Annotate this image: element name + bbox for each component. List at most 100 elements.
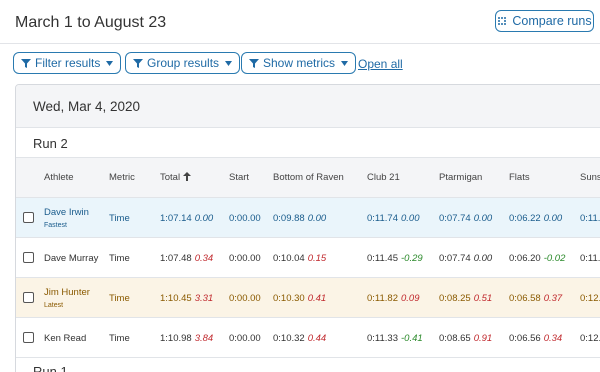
split-time: 0:08.25: [439, 293, 471, 304]
split-cell: 0:00.00: [229, 213, 261, 224]
split-time: 0:00.00: [229, 213, 261, 224]
split-cell: 0:08.65 0.91: [439, 333, 492, 344]
column-header-suns[interactable]: Suns: [580, 172, 600, 183]
group-results-button[interactable]: Group results: [125, 52, 241, 74]
split-time: 1:07.48: [160, 253, 192, 264]
athlete-name: Dave Irwin: [44, 207, 89, 218]
metric-cell: Time: [109, 333, 130, 344]
split-time: 0:09.88: [273, 213, 305, 224]
split-delta: 3.31: [194, 293, 214, 304]
split-cell: 0:11.: [580, 213, 600, 224]
filter-results-button[interactable]: Filter results: [13, 52, 122, 74]
page-title: March 1 to August 23: [15, 14, 167, 31]
filter-bar: Filter results Group results Show metric…: [0, 52, 600, 78]
split-cell: 0:07.74 0.00: [439, 213, 492, 224]
compare-runs-label: Compare runs: [512, 14, 592, 28]
split-time: 0:11.: [580, 253, 600, 264]
date-header[interactable]: Wed, Mar 4, 2020: [16, 85, 600, 128]
sort-up-icon: [183, 172, 192, 181]
split-time: 0:11.82: [367, 293, 398, 304]
date-label: Wed, Mar 4, 2020: [33, 99, 141, 114]
column-header-athlete[interactable]: Athlete: [44, 172, 74, 183]
split-cell: 0:06.22 0.00: [509, 213, 562, 224]
split-cell: 0:11.82 0.09: [367, 293, 420, 304]
row-checkbox[interactable]: [23, 252, 34, 263]
athlete-cell: Jim Hunter Latest: [44, 287, 90, 309]
split-delta: -0.02: [543, 253, 566, 264]
filter-icon: [249, 58, 259, 68]
split-delta: 0.00: [194, 213, 214, 224]
split-cell: 0:11.45 -0.29: [367, 253, 423, 264]
split-time: 0:11.33: [367, 333, 398, 344]
caret-down-icon: [341, 60, 349, 66]
split-cell: 0:00.00: [229, 333, 261, 344]
metric-cell: Time: [109, 213, 130, 224]
athlete-name: Jim Hunter: [44, 287, 90, 298]
top-bar: March 1 to August 23 Compare runs: [0, 0, 600, 44]
column-header-start[interactable]: Start: [229, 172, 249, 183]
split-cell: 1:07.14 0.00: [160, 213, 213, 224]
filter-results-label: Filter results: [35, 56, 101, 70]
table-row[interactable]: Jim Hunter Latest Time 1:10.45 3.31 0:00.00 0:…: [16, 278, 600, 318]
row-checkbox[interactable]: [23, 332, 34, 343]
split-delta: 0.41: [307, 293, 327, 304]
column-header-ptarmigan[interactable]: Ptarmigan: [439, 172, 482, 183]
split-cell: 1:10.98 3.84: [160, 333, 213, 344]
run-header[interactable]: Run 2: [16, 128, 600, 158]
column-header-metric[interactable]: Metric: [109, 172, 135, 183]
split-delta: 0.51: [473, 293, 493, 304]
table-header: Athlete Metric Total Start Bottom of Rav…: [16, 158, 600, 198]
column-header-flats[interactable]: Flats: [509, 172, 530, 183]
table-row[interactable]: Ken Read Time 1:10.98 3.84 0:00.00 0:10.32 0.4…: [16, 318, 600, 358]
split-time: 0:11.: [580, 213, 600, 224]
row-checkbox[interactable]: [23, 212, 34, 223]
split-cell: 0:09.88 0.00: [273, 213, 326, 224]
split-time: 0:07.74: [439, 213, 471, 224]
split-time: 1:10.45: [160, 293, 192, 304]
run-title: Run 2: [33, 136, 68, 151]
split-delta: 0.00: [543, 213, 563, 224]
split-time: 0:11.74: [367, 213, 398, 224]
split-delta: 0.00: [473, 253, 493, 264]
split-time: 0:07.74: [439, 253, 471, 264]
split-cell: 0:10.30 0.41: [273, 293, 326, 304]
split-time: 0:06.58: [509, 293, 541, 304]
split-delta: 0.44: [307, 333, 327, 344]
split-time: 0:10.04: [273, 253, 305, 264]
split-delta: -0.41: [401, 333, 423, 344]
metric-cell: Time: [109, 293, 130, 304]
compare-runs-button[interactable]: Compare runs: [495, 10, 594, 32]
split-time: 0:00.00: [229, 253, 261, 264]
athlete-cell: Ken Read: [44, 333, 86, 344]
caret-down-icon: [225, 60, 233, 66]
split-time: 1:07.14: [160, 213, 192, 224]
table-row[interactable]: Dave Irwin Fastest Time 1:07.14 0.00 0:00.00 0…: [16, 198, 600, 238]
column-header-bottom-of-raven[interactable]: Bottom of Raven: [273, 172, 344, 183]
split-delta: 0.00: [473, 213, 493, 224]
athlete-cell: Dave Irwin Fastest: [44, 207, 89, 229]
column-header-total[interactable]: Total: [160, 172, 192, 183]
split-delta: 0.00: [401, 213, 420, 224]
split-time: 0:06.56: [509, 333, 541, 344]
split-time: 0:06.22: [509, 213, 541, 224]
split-delta: 0.34: [543, 333, 563, 344]
filter-icon: [21, 58, 31, 68]
run-header[interactable]: Run 1: [16, 358, 600, 372]
split-cell: 0:12.: [580, 293, 600, 304]
column-header-club-21[interactable]: Club 21: [367, 172, 400, 183]
row-checkbox[interactable]: [23, 292, 34, 303]
split-cell: 1:07.48 0.34: [160, 253, 213, 264]
compare-icon: [498, 17, 507, 25]
split-cell: 0:11.: [580, 253, 600, 264]
open-all-link[interactable]: Open all: [358, 57, 403, 71]
split-time: 0:12.: [580, 333, 600, 344]
athlete-tag: Fastest: [44, 222, 67, 229]
split-time: 0:08.65: [439, 333, 471, 344]
show-metrics-button[interactable]: Show metrics: [241, 52, 357, 74]
athlete-name: Ken Read: [44, 333, 87, 344]
table-row[interactable]: Dave Murray Time 1:07.48 0.34 0:00.00 0:10.04…: [16, 238, 600, 278]
split-cell: 0:12.: [580, 333, 600, 344]
metric-cell: Time: [109, 253, 130, 264]
split-delta: 0.91: [473, 333, 493, 344]
split-cell: 0:11.33 -0.41: [367, 333, 423, 344]
